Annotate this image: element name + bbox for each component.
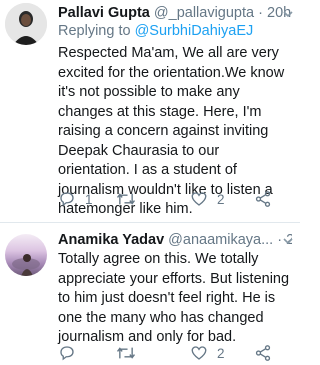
- share-button[interactable]: [254, 344, 272, 362]
- avatar[interactable]: [5, 234, 47, 276]
- replying-to-label: Replying to: [58, 23, 135, 39]
- tweet-text: Totally agree on this. We totally apprec…: [58, 251, 290, 345]
- like-count: 2: [217, 345, 225, 361]
- like-icon: [191, 192, 207, 206]
- tweet-header: Pallavi Gupta @_pallavigupta · 20h: [58, 4, 292, 22]
- author-name[interactable]: Pallavi Gupta: [58, 5, 150, 21]
- reply-icon: [60, 192, 74, 207]
- like-count: 2: [217, 191, 225, 207]
- tweet[interactable]: Pallavi Gupta @_pallavigupta · 20h Reply…: [0, 0, 300, 224]
- retweet-icon: [116, 347, 136, 359]
- reply-icon: [60, 346, 74, 361]
- replying-to: Replying to @SurbhiDahiyaEJ: [58, 22, 292, 40]
- reply-button[interactable]: 1: [58, 190, 116, 208]
- timeline: Pallavi Gupta @_pallavigupta · 20h Reply…: [0, 0, 300, 365]
- tweet-header: Anamika Yadav @anaamikaya... · 20h: [58, 229, 292, 249]
- reply-count: 1: [85, 191, 93, 207]
- tweet-divider: [0, 222, 300, 223]
- author-name[interactable]: Anamika Yadav: [58, 232, 164, 248]
- chevron-down-icon[interactable]: [282, 8, 294, 20]
- tweet-actions: 2: [58, 344, 292, 362]
- tweet-actions: 1 2: [58, 190, 292, 208]
- author-handle[interactable]: @_pallavigupta: [154, 5, 254, 21]
- avatar[interactable]: [5, 3, 47, 45]
- share-icon: [255, 345, 271, 361]
- like-button[interactable]: 2: [190, 344, 254, 362]
- tweet[interactable]: Anamika Yadav @anaamikaya... · 20h Total…: [0, 229, 300, 365]
- author-handle[interactable]: @anaamikaya...: [168, 232, 273, 248]
- retweet-button[interactable]: [116, 344, 190, 362]
- retweet-icon: [116, 193, 136, 205]
- reply-button[interactable]: [58, 344, 116, 362]
- share-icon: [255, 191, 271, 207]
- retweet-button[interactable]: [116, 190, 190, 208]
- chevron-down-icon[interactable]: [282, 235, 294, 247]
- like-icon: [191, 346, 207, 360]
- share-button[interactable]: [254, 190, 272, 208]
- separator-dot: ·: [258, 5, 263, 21]
- replying-to-handle[interactable]: @SurbhiDahiyaEJ: [135, 23, 254, 39]
- like-button[interactable]: 2: [190, 190, 254, 208]
